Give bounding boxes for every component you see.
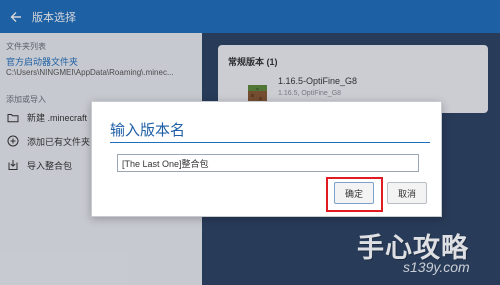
cancel-button[interactable]: 取消 [387, 182, 427, 204]
watermark-url: s139y.com [403, 259, 470, 275]
ok-button[interactable]: 确定 [334, 182, 374, 204]
version-name-input[interactable] [117, 154, 419, 172]
dialog-title: 输入版本名 [110, 122, 186, 139]
watermark: 手心攻略 s139y.com [355, 224, 495, 282]
input-version-name-dialog: 输入版本名 确定 取消 [91, 101, 442, 217]
title-divider [110, 142, 430, 143]
